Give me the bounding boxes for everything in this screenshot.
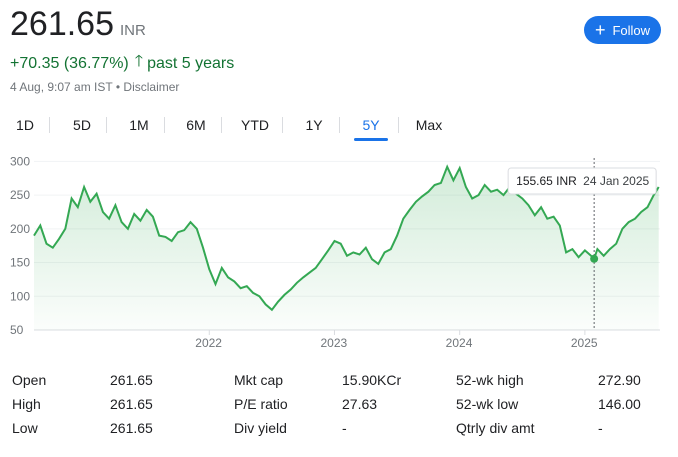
stat-value: 15.90KCr bbox=[342, 372, 402, 388]
tab-divider bbox=[339, 117, 340, 133]
tab-6m[interactable]: 6M bbox=[181, 110, 211, 140]
quote-timestamp: 4 Aug, 9:07 am IST bbox=[10, 80, 113, 94]
price-change: +70.35 (36.77%) 🡑 past 5 years bbox=[10, 50, 234, 77]
chart-tooltip: 155.65 INR 24 Jan 2025 bbox=[507, 167, 657, 195]
plus-icon: + bbox=[594, 20, 606, 40]
x-axis: 2022 2023 2024 2025 bbox=[195, 330, 598, 350]
tab-1m[interactable]: 1M bbox=[124, 110, 154, 140]
x-tick-label: 2022 bbox=[195, 336, 222, 350]
stat-label: High bbox=[12, 396, 41, 412]
range-tabs: 1D 5D 1M 6M YTD 1Y 5Y Max bbox=[0, 110, 678, 142]
x-tick-label: 2025 bbox=[571, 336, 598, 350]
x-tick-label: 2024 bbox=[446, 336, 473, 350]
current-price: 261.65 bbox=[10, 5, 114, 43]
stat-value: - bbox=[342, 420, 347, 436]
meta-separator: • bbox=[115, 80, 121, 94]
stat-label: Open bbox=[12, 372, 47, 388]
change-value: +70.35 (36.77%) bbox=[10, 54, 129, 72]
y-tick-label: 150 bbox=[10, 256, 30, 270]
stat-value: 261.65 bbox=[110, 372, 153, 388]
tab-divider bbox=[106, 117, 107, 133]
price-chart[interactable]: 50 100 150 200 250 300 2022 2023 2024 2025 155.6… bbox=[0, 150, 678, 355]
arrow-up-icon: 🡑 bbox=[134, 53, 144, 70]
tab-max[interactable]: Max bbox=[412, 110, 446, 140]
price-header: 261.65 INR bbox=[10, 4, 146, 44]
currency-label: INR bbox=[120, 22, 146, 39]
tab-5y[interactable]: 5Y bbox=[354, 110, 388, 141]
tab-divider bbox=[164, 117, 165, 133]
follow-button[interactable]: + Follow bbox=[584, 16, 661, 44]
stat-label: Qtrly div amt bbox=[456, 420, 535, 436]
stat-value: 146.00 bbox=[598, 396, 641, 412]
stat-label: Mkt cap bbox=[234, 372, 284, 388]
stat-label: 52-wk low bbox=[456, 396, 519, 412]
tab-1y[interactable]: 1Y bbox=[299, 110, 329, 140]
tab-divider bbox=[398, 117, 399, 133]
y-tick-label: 200 bbox=[10, 222, 30, 236]
tab-divider bbox=[221, 117, 222, 133]
stat-value: 261.65 bbox=[110, 420, 153, 436]
tooltip-value: 155.65 INR bbox=[516, 174, 577, 188]
disclaimer-link[interactable]: Disclaimer bbox=[123, 80, 179, 94]
tooltip-date: 24 Jan 2025 bbox=[583, 174, 649, 188]
follow-label: Follow bbox=[612, 22, 651, 38]
tab-divider bbox=[282, 117, 283, 133]
stat-value: 272.90 bbox=[598, 372, 641, 388]
stat-value: - bbox=[598, 420, 603, 436]
x-tick-label: 2023 bbox=[320, 336, 347, 350]
stat-label: Div yield bbox=[234, 420, 287, 436]
tab-1d[interactable]: 1D bbox=[10, 110, 40, 140]
change-period: past 5 years bbox=[147, 54, 235, 72]
y-axis: 50 100 150 200 250 300 bbox=[10, 154, 30, 337]
stat-value: 261.65 bbox=[110, 396, 153, 412]
tab-ytd[interactable]: YTD bbox=[236, 110, 274, 140]
stat-value: 27.63 bbox=[342, 396, 378, 412]
y-tick-label: 300 bbox=[10, 154, 30, 168]
stat-label: 52-wk high bbox=[456, 372, 524, 388]
tab-5d[interactable]: 5D bbox=[67, 110, 97, 140]
hover-point bbox=[590, 254, 599, 263]
y-tick-label: 100 bbox=[10, 289, 30, 303]
stat-label: Low bbox=[12, 420, 38, 436]
y-tick-label: 50 bbox=[10, 323, 24, 337]
quote-meta: 4 Aug, 9:07 am IST • Disclaimer bbox=[10, 80, 179, 94]
tab-divider bbox=[49, 117, 50, 133]
stat-label: P/E ratio bbox=[234, 396, 288, 412]
y-tick-label: 250 bbox=[10, 188, 30, 202]
